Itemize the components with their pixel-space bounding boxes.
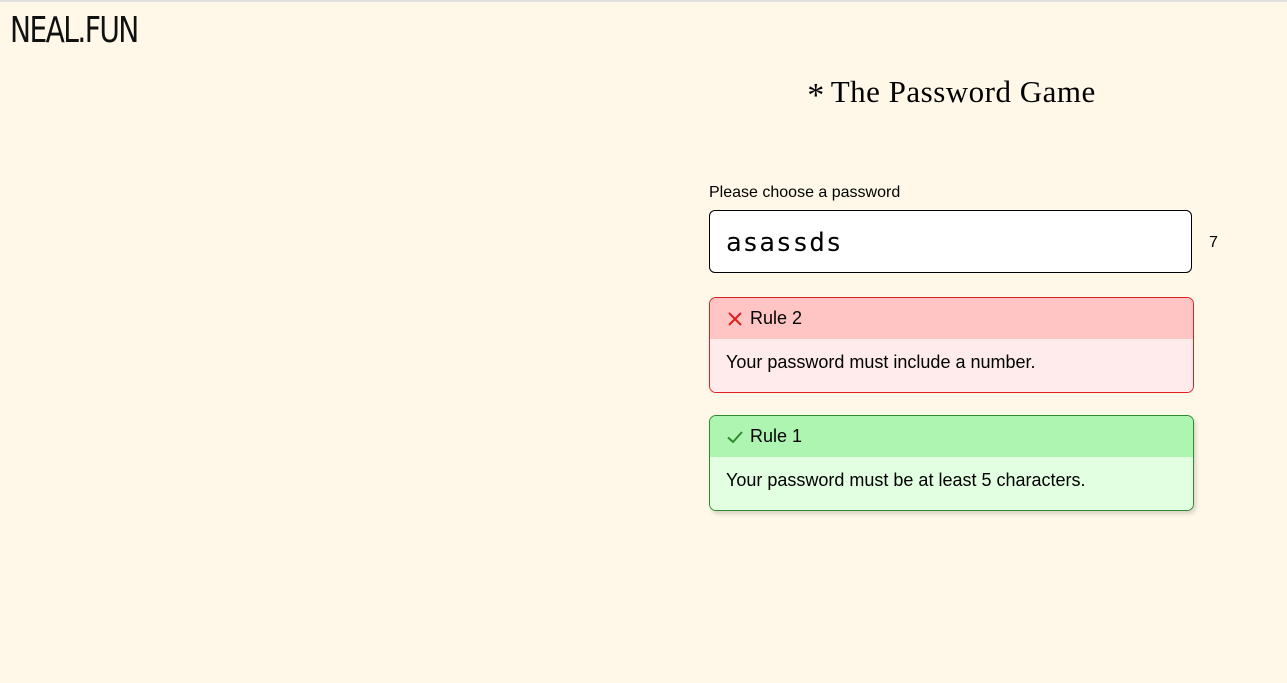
rule-title: Rule 2 — [750, 308, 803, 328]
check-icon — [726, 428, 744, 446]
asterisk-icon: * — [807, 77, 825, 114]
site-logo[interactable]: NEAL.FUN — [10, 13, 139, 49]
character-count: 7 — [1209, 234, 1218, 251]
rule-description: Your password must be at least 5 charact… — [710, 457, 1193, 510]
rule-card-rule-1: Rule 1 Your password must be at least 5 … — [709, 415, 1194, 511]
rule-header: Rule 1 — [710, 416, 1193, 457]
page-title-text: The Password Game — [830, 74, 1096, 109]
password-input-value[interactable]: asassds — [726, 227, 843, 259]
top-divider — [0, 0, 1287, 2]
rule-title: Rule 1 — [750, 426, 803, 446]
page-title: * The Password Game — [709, 72, 1194, 116]
password-input[interactable]: asassds — [709, 210, 1192, 273]
password-label: Please choose a password — [709, 184, 901, 201]
rule-description: Your password must include a number. — [710, 339, 1193, 392]
x-icon — [726, 310, 744, 328]
rule-header: Rule 2 — [710, 298, 1193, 339]
rule-card-rule-2: Rule 2 Your password must include a numb… — [709, 297, 1194, 393]
